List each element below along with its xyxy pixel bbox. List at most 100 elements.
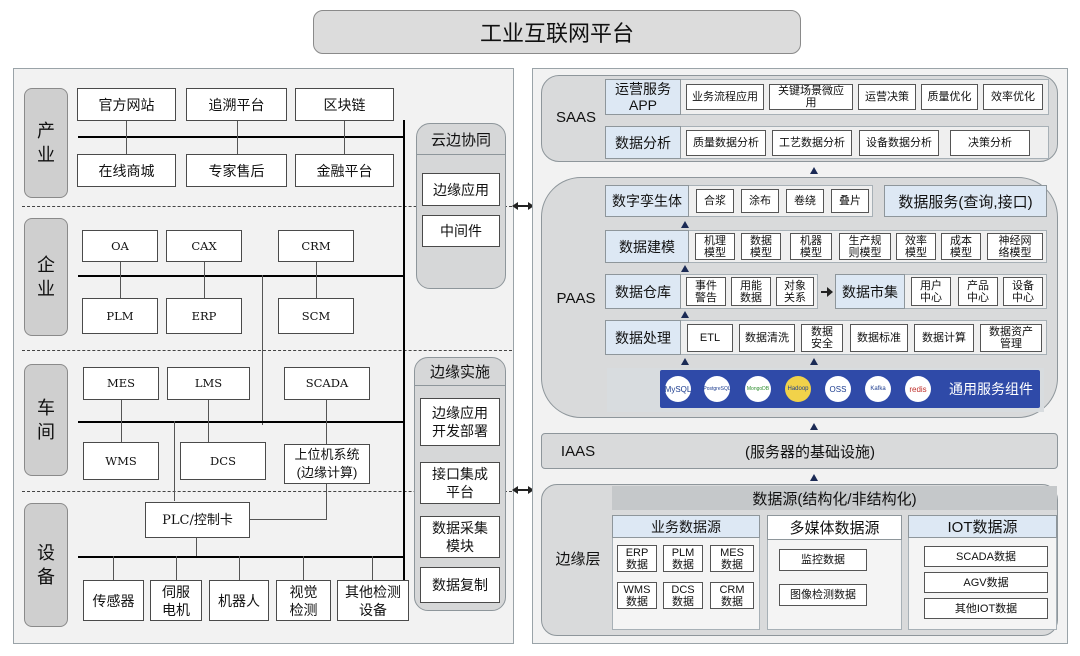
postgresql-icon: PostgreSQL — [703, 376, 731, 402]
mongodb-icon: MongoDB — [745, 376, 771, 402]
paas-warehouse-energy: 用能 数据 — [731, 277, 771, 306]
device-plc: PLC/控制卡 — [145, 502, 250, 538]
paas-proc-cleaning: 数据清洗 — [739, 324, 795, 352]
connector — [121, 400, 122, 442]
connector — [204, 262, 205, 298]
page-title: 工业互联网平台 — [313, 10, 801, 54]
up-arrow-icon — [810, 474, 818, 481]
industry-trace-platform: 追溯平台 — [186, 88, 287, 121]
connector — [326, 400, 327, 444]
connector — [372, 556, 373, 580]
common-service-label: 通用服务组件 — [949, 381, 1033, 397]
enterprise-crm: CRM — [278, 230, 354, 262]
bus-line — [78, 556, 405, 558]
connector — [326, 484, 327, 520]
enterprise-plm: PLM — [82, 298, 158, 334]
kafka-icon: Kafka — [865, 376, 891, 402]
connector — [303, 556, 304, 580]
up-arrow-icon — [810, 423, 818, 430]
workshop-host-system: 上位机系统 (边缘计算) — [284, 444, 370, 484]
saas-item-decision-analysis: 决策分析 — [950, 130, 1030, 156]
paas-warehouse-events: 事件 警告 — [686, 277, 726, 306]
paas-warehouse-objects: 对象 关系 — [776, 277, 814, 306]
edge-impl-interface-platform: 接口集成 平台 — [420, 462, 500, 504]
enterprise-cax: CAX — [166, 230, 242, 262]
row-label-enterprise: 企业 — [24, 218, 68, 336]
paas-twin-slurry: 合浆 — [696, 189, 734, 213]
connector — [237, 121, 238, 155]
connector — [344, 121, 345, 155]
source-dcs: DCS 数据 — [663, 582, 703, 609]
source-image-inspection: 图像检测数据 — [779, 584, 867, 606]
row-label-device: 设备 — [24, 503, 68, 627]
device-robot: 机器人 — [209, 580, 269, 621]
business-source-title: 业务数据源 — [612, 515, 760, 538]
device-servo-motor: 伺服 电机 — [150, 580, 202, 621]
saas-item-equipment-analysis: 设备数据分析 — [859, 130, 939, 156]
source-erp: ERP 数据 — [617, 545, 657, 572]
bus-line — [78, 275, 405, 277]
connector — [250, 519, 327, 520]
up-arrow-icon — [810, 167, 818, 174]
paas-model-efficiency: 效率 模型 — [896, 233, 936, 260]
saas-analysis-head: 数据分析 — [605, 126, 681, 159]
edge-source-title: 数据源(结构化/非结构化) — [752, 490, 917, 508]
iaas-description: (服务器的基础设施) — [745, 443, 875, 461]
paas-data-service: 数据服务(查询,接口) — [884, 185, 1047, 217]
workshop-wms: WMS — [83, 442, 159, 480]
connector — [208, 400, 209, 442]
paas-proc-compute: 数据计算 — [914, 324, 974, 352]
connector — [120, 262, 121, 298]
iaas-label: IAAS — [560, 442, 596, 460]
bus-line — [403, 120, 405, 616]
up-arrow-icon — [681, 265, 689, 272]
paas-twin-head: 数字孪生体 — [605, 185, 689, 217]
paas-proc-security: 数据 安全 — [801, 324, 843, 352]
paas-market-device: 设备 中心 — [1003, 277, 1043, 306]
double-arrow-icon — [512, 202, 534, 210]
saas-item-process-analysis: 工艺数据分析 — [772, 130, 852, 156]
source-agv: AGV数据 — [924, 572, 1048, 593]
row-separator — [22, 350, 512, 351]
connector — [239, 556, 240, 580]
up-arrow-icon — [810, 358, 818, 365]
source-wms: WMS 数据 — [617, 582, 657, 609]
saas-label: SAAS — [555, 108, 597, 126]
oss-icon: OSS — [825, 376, 851, 402]
edge-impl-data-replication: 数据复制 — [420, 567, 500, 603]
paas-model-cost: 成本 模型 — [941, 233, 981, 260]
edge-impl-dev-deploy: 边缘应用 开发部署 — [420, 398, 500, 446]
right-arrow-icon — [821, 287, 833, 297]
paas-twin-coating: 涂布 — [741, 189, 779, 213]
paas-twin-winding: 卷绕 — [786, 189, 824, 213]
saas-item-efficiency: 效率优化 — [983, 84, 1043, 110]
source-monitoring: 监控数据 — [779, 549, 867, 571]
cloud-edge-app: 边缘应用 — [422, 173, 500, 206]
device-vision-inspection: 视觉 检测 — [276, 580, 331, 621]
row-label-workshop: 车间 — [24, 364, 68, 476]
paas-proc-standard: 数据标准 — [850, 324, 908, 352]
paas-market-user: 用户 中心 — [911, 277, 951, 306]
paas-market-head: 数据市集 — [835, 274, 905, 309]
device-sensor: 传感器 — [83, 580, 144, 621]
saas-item-micro-app: 关键场景微应 用 — [769, 84, 853, 110]
mysql-icon: MySQL — [665, 376, 691, 402]
paas-market-product: 产品 中心 — [958, 277, 998, 306]
iot-source-title: IOT数据源 — [908, 515, 1057, 538]
workshop-mes: MES — [83, 367, 159, 400]
saas-item-decision: 运营决策 — [858, 84, 916, 110]
paas-model-machine: 机器 模型 — [790, 233, 832, 260]
industry-online-mall: 在线商城 — [77, 154, 176, 187]
redis-icon: redis — [905, 376, 931, 402]
hadoop-icon: Hadoop — [785, 376, 811, 402]
up-arrow-icon — [681, 311, 689, 318]
connector — [176, 556, 177, 580]
up-arrow-icon — [681, 221, 689, 228]
connector — [126, 121, 127, 155]
cloud-edge-title: 云边协同 — [416, 125, 506, 155]
up-arrow-icon — [681, 358, 689, 365]
edge-impl-title: 边缘实施 — [414, 358, 506, 386]
source-other-iot: 其他IOT数据 — [924, 598, 1048, 619]
connector — [196, 538, 197, 556]
paas-proc-etl: ETL — [687, 324, 733, 352]
